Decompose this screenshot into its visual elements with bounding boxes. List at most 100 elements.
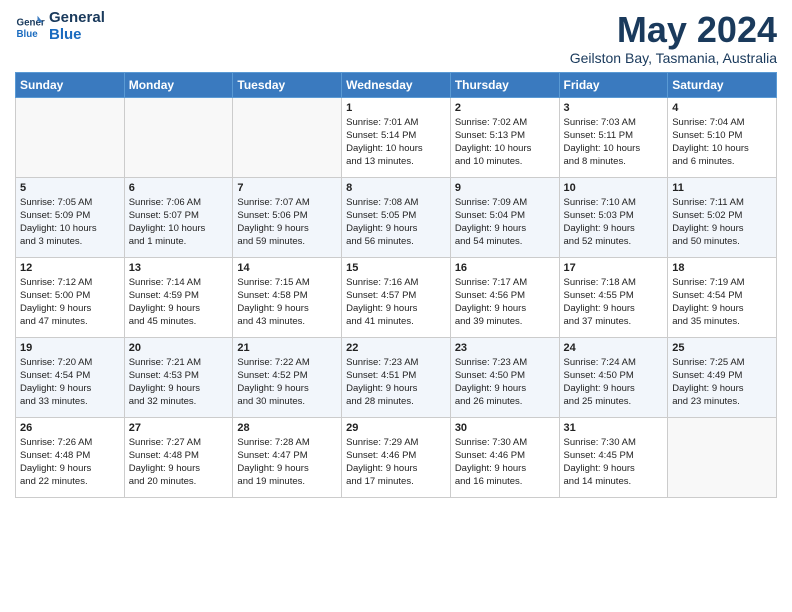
day-info: Sunrise: 7:18 AMSunset: 4:55 PMDaylight:… bbox=[564, 276, 664, 329]
weekday-header-row: SundayMondayTuesdayWednesdayThursdayFrid… bbox=[16, 72, 777, 97]
calendar-cell: 31 Sunrise: 7:30 AMSunset: 4:45 PMDayligh… bbox=[559, 417, 668, 497]
day-number: 18 bbox=[672, 262, 772, 274]
calendar-cell: 26Sunrise: 7:26 AMSunset: 4:48 PMDayligh… bbox=[16, 417, 125, 497]
day-info: Sunrise: 7:30 AMSunset: 4:45 PMDaylight:… bbox=[564, 436, 664, 489]
day-info: Sunrise: 7:28 AMSunset: 4:47 PMDaylight:… bbox=[237, 436, 337, 489]
calendar-cell: 5 Sunrise: 7:05 AMSunset: 5:09 PMDaylight… bbox=[16, 177, 125, 257]
calendar-cell: 14 Sunrise: 7:15 AMSunset: 4:58 PMDayligh… bbox=[233, 257, 342, 337]
weekday-header-friday: Friday bbox=[559, 72, 668, 97]
day-info: Sunrise: 7:27 AMSunset: 4:48 PMDaylight:… bbox=[129, 436, 229, 489]
logo-icon: General Blue bbox=[15, 12, 45, 42]
calendar-week-row: 5 Sunrise: 7:05 AMSunset: 5:09 PMDaylight… bbox=[16, 177, 777, 257]
day-number: 9 bbox=[455, 182, 555, 194]
day-number: 11 bbox=[672, 182, 772, 194]
day-info: Sunrise: 7:04 AMSunset: 5:10 PMDaylight:… bbox=[672, 116, 772, 169]
logo-general: General bbox=[49, 10, 105, 27]
calendar-cell: 18 Sunrise: 7:19 AMSunset: 4:54 PMDayligh… bbox=[668, 257, 777, 337]
day-number: 10 bbox=[564, 182, 664, 194]
calendar-cell bbox=[16, 97, 125, 177]
day-number: 28 bbox=[237, 422, 337, 434]
calendar-cell: 17Sunrise: 7:18 AMSunset: 4:55 PMDayligh… bbox=[559, 257, 668, 337]
calendar-cell: 30Sunrise: 7:30 AMSunset: 4:46 PMDayligh… bbox=[450, 417, 559, 497]
calendar-cell: 20 Sunrise: 7:21 AMSunset: 4:53 PMDayligh… bbox=[124, 337, 233, 417]
day-number: 29 bbox=[346, 422, 446, 434]
calendar-cell bbox=[233, 97, 342, 177]
calendar-cell bbox=[124, 97, 233, 177]
day-number: 3 bbox=[564, 102, 664, 114]
calendar-cell: 13 Sunrise: 7:14 AMSunset: 4:59 PMDayligh… bbox=[124, 257, 233, 337]
calendar-cell: 11 Sunrise: 7:11 AMSunset: 5:02 PMDayligh… bbox=[668, 177, 777, 257]
calendar-cell: 6Sunrise: 7:06 AMSunset: 5:07 PMDaylight… bbox=[124, 177, 233, 257]
logo-area: General Blue General Blue bbox=[15, 10, 105, 43]
calendar-week-row: 12 Sunrise: 7:12 AMSunset: 5:00 PMDayligh… bbox=[16, 257, 777, 337]
logo-blue: Blue bbox=[49, 27, 105, 44]
weekday-header-tuesday: Tuesday bbox=[233, 72, 342, 97]
day-info: Sunrise: 7:17 AMSunset: 4:56 PMDaylight:… bbox=[455, 276, 555, 329]
calendar-cell: 23 Sunrise: 7:23 AMSunset: 4:50 PMDayligh… bbox=[450, 337, 559, 417]
day-number: 22 bbox=[346, 342, 446, 354]
day-info: Sunrise: 7:01 AMSunset: 5:14 PMDaylight:… bbox=[346, 116, 446, 169]
day-number: 21 bbox=[237, 342, 337, 354]
day-number: 2 bbox=[455, 102, 555, 114]
day-number: 14 bbox=[237, 262, 337, 274]
calendar-cell: 1 Sunrise: 7:01 AMSunset: 5:14 PMDaylight… bbox=[342, 97, 451, 177]
calendar-cell: 29 Sunrise: 7:29 AMSunset: 4:46 PMDayligh… bbox=[342, 417, 451, 497]
weekday-header-sunday: Sunday bbox=[16, 72, 125, 97]
day-info: Sunrise: 7:21 AMSunset: 4:53 PMDaylight:… bbox=[129, 356, 229, 409]
calendar-week-row: 19Sunrise: 7:20 AMSunset: 4:54 PMDayligh… bbox=[16, 337, 777, 417]
day-info: Sunrise: 7:10 AMSunset: 5:03 PMDaylight:… bbox=[564, 196, 664, 249]
calendar-cell: 27 Sunrise: 7:27 AMSunset: 4:48 PMDayligh… bbox=[124, 417, 233, 497]
day-number: 6 bbox=[129, 182, 229, 194]
day-number: 30 bbox=[455, 422, 555, 434]
day-info: Sunrise: 7:03 AMSunset: 5:11 PMDaylight:… bbox=[564, 116, 664, 169]
title-area: May 2024 Geilston Bay, Tasmania, Austral… bbox=[570, 10, 777, 66]
day-info: Sunrise: 7:29 AMSunset: 4:46 PMDaylight:… bbox=[346, 436, 446, 489]
day-number: 23 bbox=[455, 342, 555, 354]
day-number: 20 bbox=[129, 342, 229, 354]
day-number: 27 bbox=[129, 422, 229, 434]
day-number: 8 bbox=[346, 182, 446, 194]
day-info: Sunrise: 7:24 AMSunset: 4:50 PMDaylight:… bbox=[564, 356, 664, 409]
weekday-header-thursday: Thursday bbox=[450, 72, 559, 97]
day-info: Sunrise: 7:15 AMSunset: 4:58 PMDaylight:… bbox=[237, 276, 337, 329]
calendar-table: SundayMondayTuesdayWednesdayThursdayFrid… bbox=[15, 72, 777, 498]
day-number: 5 bbox=[20, 182, 120, 194]
day-info: Sunrise: 7:11 AMSunset: 5:02 PMDaylight:… bbox=[672, 196, 772, 249]
day-number: 12 bbox=[20, 262, 120, 274]
calendar-page: General Blue General Blue May 2024 Geils… bbox=[0, 0, 792, 513]
calendar-cell: 25Sunrise: 7:25 AMSunset: 4:49 PMDayligh… bbox=[668, 337, 777, 417]
svg-text:General: General bbox=[17, 17, 46, 28]
day-info: Sunrise: 7:08 AMSunset: 5:05 PMDaylight:… bbox=[346, 196, 446, 249]
calendar-cell: 16 Sunrise: 7:17 AMSunset: 4:56 PMDayligh… bbox=[450, 257, 559, 337]
day-info: Sunrise: 7:09 AMSunset: 5:04 PMDaylight:… bbox=[455, 196, 555, 249]
svg-text:Blue: Blue bbox=[17, 28, 39, 39]
calendar-cell: 8 Sunrise: 7:08 AMSunset: 5:05 PMDaylight… bbox=[342, 177, 451, 257]
day-info: Sunrise: 7:19 AMSunset: 4:54 PMDaylight:… bbox=[672, 276, 772, 329]
day-info: Sunrise: 7:23 AMSunset: 4:51 PMDaylight:… bbox=[346, 356, 446, 409]
weekday-header-monday: Monday bbox=[124, 72, 233, 97]
calendar-cell: 7Sunrise: 7:07 AMSunset: 5:06 PMDaylight… bbox=[233, 177, 342, 257]
weekday-header-wednesday: Wednesday bbox=[342, 72, 451, 97]
calendar-cell: 3 Sunrise: 7:03 AMSunset: 5:11 PMDaylight… bbox=[559, 97, 668, 177]
day-info: Sunrise: 7:23 AMSunset: 4:50 PMDaylight:… bbox=[455, 356, 555, 409]
header: General Blue General Blue May 2024 Geils… bbox=[15, 10, 777, 66]
calendar-week-row: 1 Sunrise: 7:01 AMSunset: 5:14 PMDaylight… bbox=[16, 97, 777, 177]
day-info: Sunrise: 7:25 AMSunset: 4:49 PMDaylight:… bbox=[672, 356, 772, 409]
day-number: 19 bbox=[20, 342, 120, 354]
day-info: Sunrise: 7:22 AMSunset: 4:52 PMDaylight:… bbox=[237, 356, 337, 409]
day-number: 24 bbox=[564, 342, 664, 354]
calendar-cell: 10 Sunrise: 7:10 AMSunset: 5:03 PMDayligh… bbox=[559, 177, 668, 257]
day-info: Sunrise: 7:05 AMSunset: 5:09 PMDaylight:… bbox=[20, 196, 120, 249]
day-info: Sunrise: 7:12 AMSunset: 5:00 PMDaylight:… bbox=[20, 276, 120, 329]
day-number: 16 bbox=[455, 262, 555, 274]
day-number: 31 bbox=[564, 422, 664, 434]
day-number: 1 bbox=[346, 102, 446, 114]
calendar-cell: 12 Sunrise: 7:12 AMSunset: 5:00 PMDayligh… bbox=[16, 257, 125, 337]
day-number: 13 bbox=[129, 262, 229, 274]
calendar-cell: 22 Sunrise: 7:23 AMSunset: 4:51 PMDayligh… bbox=[342, 337, 451, 417]
calendar-cell: 4Sunrise: 7:04 AMSunset: 5:10 PMDaylight… bbox=[668, 97, 777, 177]
calendar-cell: 28 Sunrise: 7:28 AMSunset: 4:47 PMDayligh… bbox=[233, 417, 342, 497]
day-info: Sunrise: 7:14 AMSunset: 4:59 PMDaylight:… bbox=[129, 276, 229, 329]
calendar-cell: 19Sunrise: 7:20 AMSunset: 4:54 PMDayligh… bbox=[16, 337, 125, 417]
calendar-cell: 21 Sunrise: 7:22 AMSunset: 4:52 PMDayligh… bbox=[233, 337, 342, 417]
